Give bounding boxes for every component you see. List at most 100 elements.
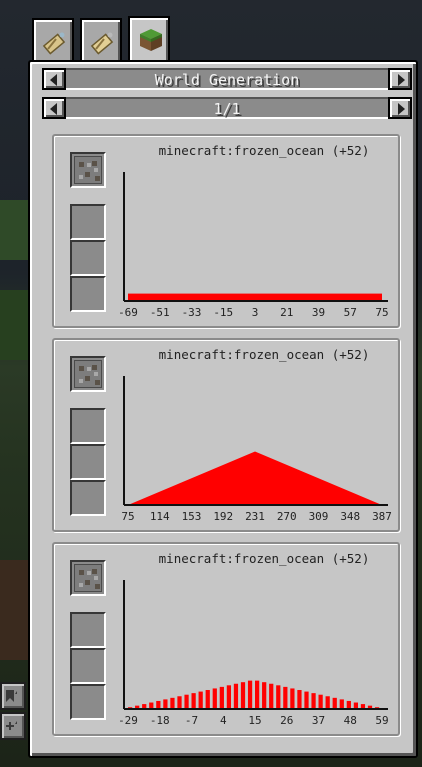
x-tick-label: 75 bbox=[121, 510, 134, 523]
empty-slot[interactable] bbox=[70, 684, 106, 720]
generation-card: minecraft:frozen_ocean (+52) 75 114 153 192… bbox=[52, 338, 400, 532]
x-tick-label: 231 bbox=[245, 510, 265, 523]
distribution-bar bbox=[135, 705, 140, 708]
distribution-chart: -69 -51 -33 -15 3 21 39 57 75 bbox=[118, 160, 400, 326]
distribution-chart-svg: -29 -18 -7 4 15 26 37 48 59 bbox=[118, 580, 389, 727]
empty-slot[interactable] bbox=[70, 480, 106, 516]
generation-card: minecraft:frozen_ocean (+52) -29 -18 -7 4 15… bbox=[52, 542, 400, 736]
distribution-bar bbox=[269, 683, 274, 708]
add-bookmark-icon bbox=[5, 719, 17, 733]
distribution-bar bbox=[304, 691, 309, 708]
distribution-bar bbox=[283, 686, 288, 708]
gravel-ore-icon bbox=[74, 360, 102, 388]
x-tick-label: 48 bbox=[344, 714, 357, 727]
next-page-button[interactable] bbox=[388, 97, 412, 119]
distribution-bar bbox=[318, 694, 323, 708]
next-category-button[interactable] bbox=[388, 68, 412, 90]
distribution-chart: 75 114 153 192 231 270 309 348 387 bbox=[120, 364, 400, 530]
background-terrain bbox=[0, 290, 30, 360]
empty-slot[interactable] bbox=[70, 444, 106, 480]
distribution-bar bbox=[142, 704, 147, 708]
x-tick-label: 75 bbox=[375, 306, 388, 319]
distribution-chart-svg: 75 114 153 192 231 270 309 348 387 bbox=[121, 376, 392, 523]
distribution-area bbox=[130, 451, 380, 504]
empty-slot[interactable] bbox=[70, 612, 106, 648]
world-generation-panel: World Generation 1/1 minecraft:frozen_oc… bbox=[28, 60, 418, 758]
add-bookmark-button[interactable] bbox=[0, 712, 26, 740]
gravel-ore-icon bbox=[74, 156, 102, 184]
x-tick-label: -15 bbox=[213, 306, 233, 319]
x-tick-label: -29 bbox=[118, 714, 138, 727]
tab-world-generation[interactable] bbox=[128, 16, 170, 64]
biome-title: minecraft:frozen_ocean (+52) bbox=[158, 143, 370, 158]
x-tick-label: 192 bbox=[213, 510, 233, 523]
distribution-bar bbox=[276, 685, 281, 708]
distribution-bar bbox=[128, 293, 382, 300]
empty-slot[interactable] bbox=[70, 408, 106, 444]
x-tick-label: 57 bbox=[344, 306, 357, 319]
empty-slot[interactable] bbox=[70, 648, 106, 684]
bookmark-icon bbox=[5, 689, 17, 703]
tab-item-a[interactable] bbox=[32, 18, 74, 62]
distribution-bar bbox=[311, 693, 316, 708]
distribution-bar bbox=[247, 680, 253, 708]
distribution-bar bbox=[219, 686, 224, 708]
page-title: World Generation bbox=[154, 71, 300, 89]
empty-slot[interactable] bbox=[70, 204, 106, 240]
distribution-bar bbox=[226, 685, 232, 708]
distribution-bar bbox=[198, 691, 203, 708]
x-tick-label: -7 bbox=[185, 714, 198, 727]
ore-item-slot[interactable] bbox=[70, 356, 106, 392]
empty-slot[interactable] bbox=[70, 276, 106, 312]
distribution-bar bbox=[177, 696, 182, 708]
x-tick-label: 309 bbox=[309, 510, 329, 523]
category-bar: World Generation bbox=[42, 68, 412, 90]
x-tick-label: 39 bbox=[312, 306, 325, 319]
biome-title: minecraft:frozen_ocean (+52) bbox=[158, 347, 370, 362]
distribution-bar bbox=[367, 705, 373, 708]
distribution-bar bbox=[163, 699, 168, 708]
x-tick-label: 21 bbox=[280, 306, 293, 319]
biome-title: minecraft:frozen_ocean (+52) bbox=[158, 551, 370, 566]
x-tick-label: 26 bbox=[280, 714, 293, 727]
distribution-bar bbox=[360, 704, 366, 708]
tab-item-b[interactable] bbox=[80, 18, 122, 62]
distribution-bar bbox=[339, 699, 344, 708]
x-tick-label: -51 bbox=[150, 306, 170, 319]
x-tick-label: -69 bbox=[118, 306, 138, 319]
x-tick-label: 387 bbox=[372, 510, 392, 523]
background-terrain bbox=[0, 560, 30, 660]
distribution-bar bbox=[184, 694, 189, 708]
distribution-bar bbox=[332, 697, 337, 708]
bookmark-button[interactable] bbox=[0, 682, 26, 710]
x-tick-label: 59 bbox=[375, 714, 388, 727]
x-tick-label: 348 bbox=[340, 510, 360, 523]
ore-item-slot[interactable] bbox=[70, 152, 106, 188]
x-tick-label: 4 bbox=[220, 714, 227, 727]
map-scroll-icon bbox=[90, 29, 114, 55]
distribution-bar bbox=[325, 696, 330, 708]
arrow-right-icon bbox=[398, 103, 405, 115]
empty-slot[interactable] bbox=[70, 240, 106, 276]
distribution-bar bbox=[240, 682, 246, 708]
x-tick-label: 153 bbox=[182, 510, 202, 523]
arrow-right-icon bbox=[398, 74, 405, 86]
page-bar: 1/1 bbox=[42, 97, 412, 119]
distribution-bar bbox=[255, 680, 260, 708]
distribution-bar bbox=[353, 702, 359, 708]
distribution-bar bbox=[205, 690, 210, 708]
ore-item-slot[interactable] bbox=[70, 560, 106, 596]
distribution-bar bbox=[212, 688, 217, 708]
distribution-bar bbox=[233, 683, 239, 708]
distribution-bar bbox=[374, 707, 380, 708]
x-tick-label: -33 bbox=[182, 306, 202, 319]
background-terrain bbox=[0, 200, 30, 260]
grass-block-icon bbox=[138, 27, 162, 51]
page-indicator: 1/1 bbox=[213, 100, 241, 118]
distribution-bar bbox=[346, 700, 351, 708]
x-tick-label: 3 bbox=[252, 306, 259, 319]
distribution-bar bbox=[170, 697, 175, 708]
x-tick-label: 15 bbox=[248, 714, 261, 727]
x-tick-label: -18 bbox=[150, 714, 170, 727]
distribution-bar bbox=[156, 700, 161, 708]
